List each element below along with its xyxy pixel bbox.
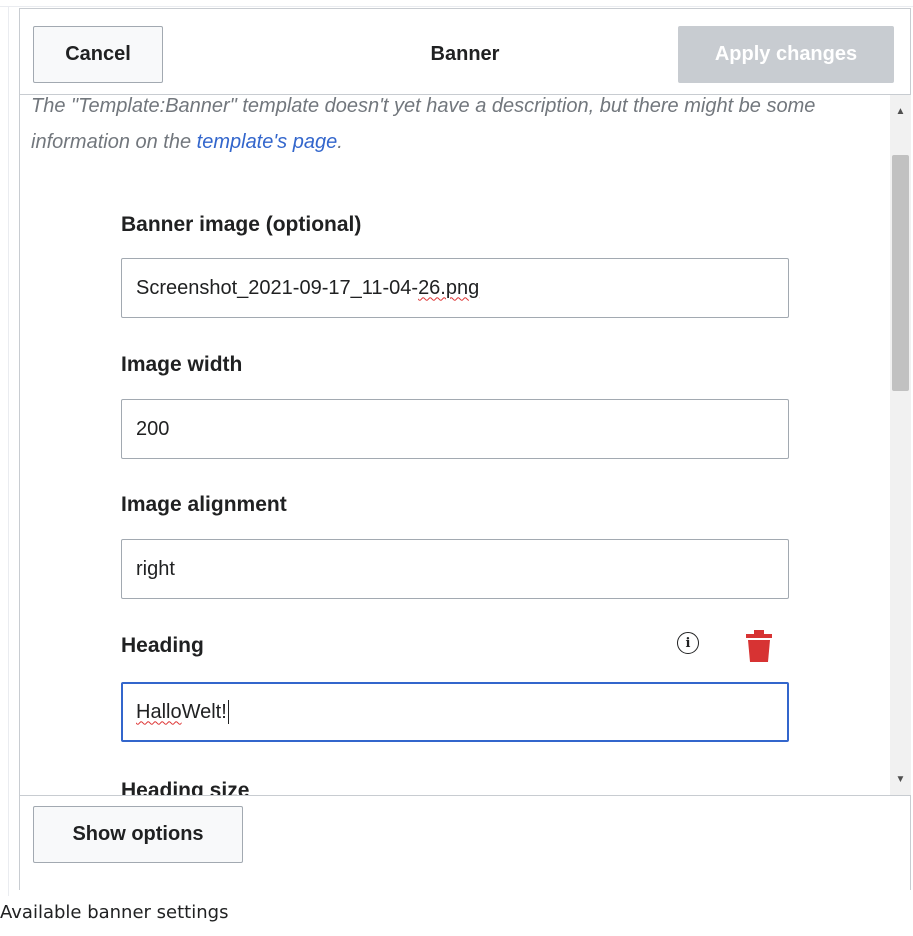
scroll-up-arrow-icon[interactable]: ▲ [890, 101, 911, 121]
frame-line-top [0, 6, 913, 7]
dialog-title: Banner [430, 43, 500, 65]
heading-value-flagged: Hallo [136, 700, 182, 723]
banner-image-label: Banner image (optional) [121, 213, 362, 236]
image-caption: Available banner settings [0, 902, 229, 923]
heading-label: Heading [121, 634, 204, 657]
image-width-input[interactable]: 200 [121, 399, 789, 459]
template-dialog: Cancel Banner Apply changes The "Templat… [19, 8, 911, 891]
image-width-label: Image width [121, 353, 243, 376]
image-alignment-label: Image alignment [121, 493, 287, 516]
frame-line-left [8, 6, 9, 896]
content-scrollbar[interactable]: ▲ ▼ [890, 95, 911, 795]
banner-image-value: Screenshot_2021-09-17_11-04- [136, 276, 419, 299]
dialog-header: Cancel Banner Apply changes [20, 9, 910, 95]
description-text: The "Template:Banner" template doesn't y… [31, 95, 816, 153]
dialog-footer: Show options [20, 795, 910, 891]
image-width-value: 200 [136, 417, 170, 440]
heading-value: Welt! [181, 700, 227, 723]
heading-size-label: Heading size [121, 779, 250, 795]
heading-input[interactable]: Hallo Welt! [121, 682, 789, 742]
banner-image-value-flagged: 26.png [418, 276, 480, 299]
image-alignment-value: right [136, 557, 175, 580]
image-alignment-input[interactable]: right [121, 539, 789, 599]
cancel-button[interactable]: Cancel [33, 26, 163, 83]
info-icon[interactable]: i [677, 632, 699, 654]
dialog-content: The "Template:Banner" template doesn't y… [20, 95, 886, 795]
template-page-link[interactable]: template's page [197, 131, 338, 153]
banner-image-input[interactable]: Screenshot_2021-09-17_11-04- 26.png [121, 258, 789, 318]
show-options-button[interactable]: Show options [33, 806, 243, 863]
scroll-down-arrow-icon[interactable]: ▼ [890, 769, 911, 789]
trash-icon[interactable] [746, 630, 772, 662]
apply-changes-button[interactable]: Apply changes [678, 26, 894, 83]
scrollbar-thumb[interactable] [892, 155, 909, 391]
template-description: The "Template:Banner" template doesn't y… [31, 95, 821, 160]
text-caret [227, 700, 229, 724]
description-end: . [337, 131, 343, 153]
